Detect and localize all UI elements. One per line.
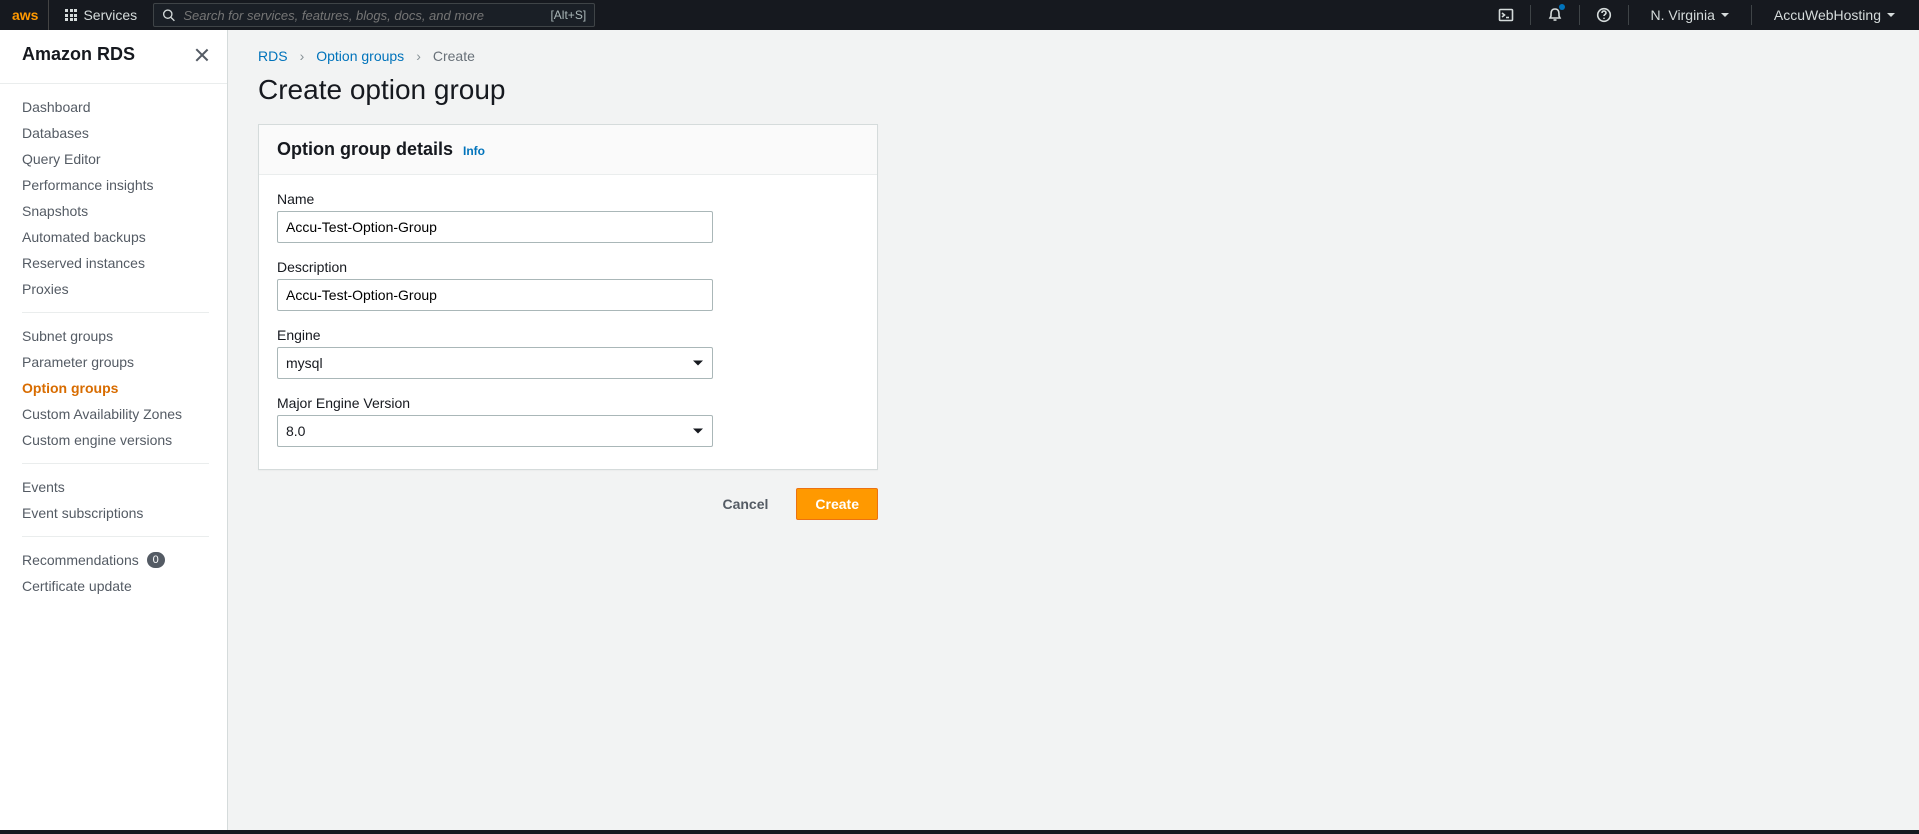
breadcrumb-rds[interactable]: RDS — [258, 48, 288, 64]
sidebar-item-automated-backups[interactable]: Automated backups — [22, 224, 209, 250]
nav-group: Dashboard Databases Query Editor Perform… — [22, 84, 209, 313]
region-label: N. Virginia — [1651, 7, 1715, 23]
page-title: Create option group — [258, 74, 1889, 106]
button-row: Cancel Create — [258, 488, 878, 520]
breadcrumb: RDS › Option groups › Create — [258, 48, 1889, 64]
caret-down-icon — [1721, 13, 1729, 17]
main-content: RDS › Option groups › Create Create opti… — [228, 30, 1919, 830]
top-nav: aws Services [Alt+S] N. Virginia AccuWeb… — [0, 0, 1919, 30]
help-icon — [1596, 7, 1612, 23]
region-selector[interactable]: N. Virginia — [1639, 0, 1741, 30]
services-menu[interactable]: Services — [57, 0, 145, 30]
sidebar-item-option-groups[interactable]: Option groups — [22, 375, 209, 401]
grid-icon — [65, 9, 77, 21]
account-menu[interactable]: AccuWebHosting — [1762, 0, 1907, 30]
services-label: Services — [83, 7, 137, 23]
sidebar-item-dashboard[interactable]: Dashboard — [22, 94, 209, 120]
notifications-button[interactable] — [1541, 0, 1569, 30]
panel-body: Name Description Engine mysql Major Engi… — [259, 175, 877, 469]
version-label: Major Engine Version — [277, 395, 859, 411]
sidebar-header: Amazon RDS — [0, 30, 227, 84]
info-link[interactable]: Info — [463, 144, 485, 158]
footer-bar — [0, 830, 1919, 834]
sidebar-item-custom-az[interactable]: Custom Availability Zones — [22, 401, 209, 427]
aws-logo-text: aws — [12, 7, 38, 23]
caret-down-icon — [1887, 13, 1895, 17]
sidebar-title: Amazon RDS — [22, 44, 135, 65]
option-group-details-panel: Option group details Info Name Descripti… — [258, 124, 878, 470]
sidebar-item-snapshots[interactable]: Snapshots — [22, 198, 209, 224]
panel-header: Option group details Info — [259, 125, 877, 175]
nav-group: Events Event subscriptions — [22, 464, 209, 537]
notification-dot-icon — [1559, 4, 1565, 10]
nav-group: Recommendations 0 Certificate update — [22, 537, 209, 609]
description-label: Description — [277, 259, 859, 275]
panel-title: Option group details — [277, 139, 453, 160]
sidebar-item-recommendations[interactable]: Recommendations 0 — [22, 547, 209, 573]
search-bar[interactable]: [Alt+S] — [153, 3, 595, 27]
sidebar-item-subnet-groups[interactable]: Subnet groups — [22, 323, 209, 349]
search-shortcut: [Alt+S] — [550, 8, 586, 22]
sidebar-item-parameter-groups[interactable]: Parameter groups — [22, 349, 209, 375]
chevron-right-icon: › — [300, 48, 305, 64]
name-input[interactable] — [277, 211, 713, 243]
engine-select[interactable]: mysql — [277, 347, 713, 379]
sidebar-item-events[interactable]: Events — [22, 474, 209, 500]
sidebar-item-performance-insights[interactable]: Performance insights — [22, 172, 209, 198]
aws-logo[interactable]: aws — [12, 0, 49, 30]
account-label: AccuWebHosting — [1774, 7, 1881, 23]
sidebar-item-databases[interactable]: Databases — [22, 120, 209, 146]
create-button[interactable]: Create — [796, 488, 878, 520]
breadcrumb-current: Create — [433, 48, 475, 64]
breadcrumb-option-groups[interactable]: Option groups — [316, 48, 404, 64]
cloudshell-button[interactable] — [1492, 0, 1520, 30]
sidebar: Amazon RDS Dashboard Databases Query Edi… — [0, 30, 228, 830]
badge: 0 — [147, 552, 165, 568]
nav-group: Subnet groups Parameter groups Option gr… — [22, 313, 209, 464]
description-input[interactable] — [277, 279, 713, 311]
search-icon — [162, 8, 175, 22]
help-button[interactable] — [1590, 0, 1618, 30]
cancel-button[interactable]: Cancel — [704, 488, 786, 520]
sidebar-item-custom-engine-versions[interactable]: Custom engine versions — [22, 427, 209, 453]
close-icon[interactable] — [195, 48, 209, 62]
chevron-right-icon: › — [416, 48, 421, 64]
search-input[interactable] — [183, 8, 542, 23]
cloudshell-icon — [1498, 7, 1514, 23]
version-select[interactable]: 8.0 — [277, 415, 713, 447]
sidebar-item-query-editor[interactable]: Query Editor — [22, 146, 209, 172]
sidebar-item-reserved-instances[interactable]: Reserved instances — [22, 250, 209, 276]
sidebar-item-certificate-update[interactable]: Certificate update — [22, 573, 209, 599]
name-label: Name — [277, 191, 859, 207]
sidebar-item-proxies[interactable]: Proxies — [22, 276, 209, 302]
engine-label: Engine — [277, 327, 859, 343]
sidebar-item-event-subscriptions[interactable]: Event subscriptions — [22, 500, 209, 526]
